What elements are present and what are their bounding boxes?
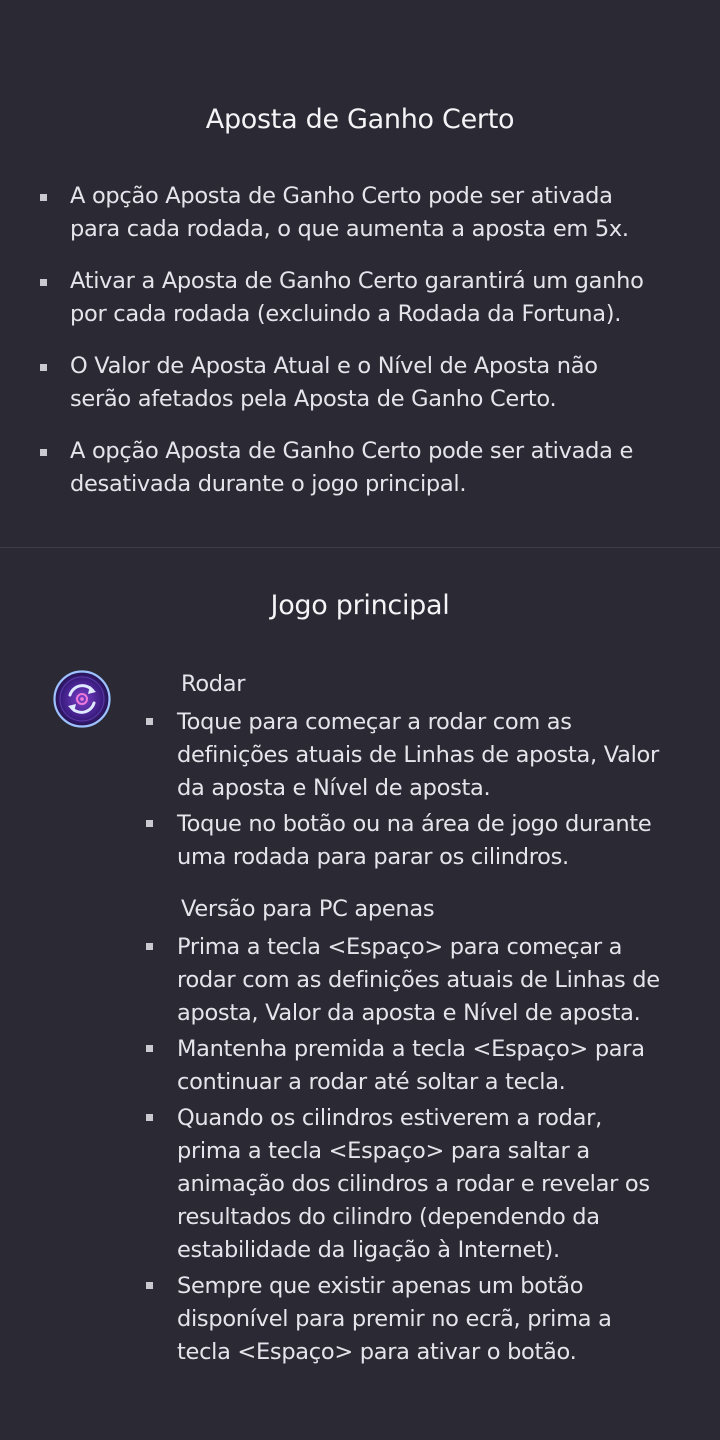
list-item-line: continuar a rodar até soltar a tecla. (177, 1069, 566, 1095)
list-item-line: da aposta e Nível de aposta. (177, 775, 491, 801)
spin-label: Rodar (181, 671, 246, 697)
list-item-line: disponível para premir no ecrã, prima a (177, 1306, 612, 1332)
list-item-line: Toque no botão ou na área de jogo durant… (177, 811, 652, 837)
list-item-line: A opção Aposta de Ganho Certo pode ser a… (70, 438, 633, 464)
bullet-icon (146, 943, 153, 950)
list-item: Toque para começar a rodar com as defini… (146, 706, 712, 805)
list-item-line: definições atuais de Linhas de aposta, V… (177, 742, 659, 768)
section-divider (0, 547, 720, 548)
list-item-line: rodar com as definições atuais de Linhas… (177, 967, 660, 993)
list-item: Ativar a Aposta de Ganho Certo garantirá… (40, 265, 710, 350)
list-item: Toque no botão ou na área de jogo durant… (146, 808, 712, 874)
bullet-icon (40, 449, 47, 456)
list-item-line: Sempre que existir apenas um botão (177, 1273, 584, 1299)
list-item: A opção Aposta de Ganho Certo pode ser a… (40, 435, 710, 520)
list-item-line: O Valor de Aposta Atual e o Nível de Apo… (70, 353, 598, 379)
list-item: A opção Aposta de Ganho Certo pode ser a… (40, 180, 710, 265)
bullet-icon (40, 364, 47, 371)
list-item-line: desativada durante o jogo principal. (70, 471, 467, 497)
pc-list: Prima a tecla <Espaço> para começar a ro… (146, 931, 712, 1369)
sure-win-list: A opção Aposta de Ganho Certo pode ser a… (40, 180, 710, 520)
pc-only-label: Versão para PC apenas (181, 896, 435, 922)
list-item-line: Quando os cilindros estiverem a rodar, (177, 1105, 602, 1131)
list-item-line: Toque para começar a rodar com as (177, 709, 572, 735)
list-item: Prima a tecla <Espaço> para começar a ro… (146, 931, 712, 1030)
list-item-line: uma rodada para parar os cilindros. (177, 844, 569, 870)
list-item-line: animação dos cilindros a rodar e revelar… (177, 1171, 650, 1197)
list-item-line: aposta, Valor da aposta e Nível de apost… (177, 1000, 641, 1026)
list-item-line: resultados do cilindro (dependendo da (177, 1204, 600, 1230)
bullet-icon (146, 1114, 153, 1121)
list-item: Sempre que existir apenas um botão dispo… (146, 1270, 712, 1369)
list-item: Quando os cilindros estiverem a rodar, p… (146, 1102, 712, 1267)
bullet-icon (146, 718, 153, 725)
list-item-line: estabilidade da ligação à Internet). (177, 1237, 560, 1263)
list-item-line: serão afetados pela Aposta de Ganho Cert… (70, 386, 557, 412)
bullet-icon (146, 1045, 153, 1052)
bullet-icon (40, 279, 47, 286)
list-item-line: Prima a tecla <Espaço> para começar a (177, 934, 623, 960)
list-item-line: Mantenha premida a tecla <Espaço> para (177, 1036, 645, 1062)
bullet-icon (146, 1282, 153, 1289)
list-item-line: tecla <Espaço> para ativar o botão. (177, 1339, 577, 1365)
spin-button-icon (53, 670, 111, 728)
list-item: O Valor de Aposta Atual e o Nível de Apo… (40, 350, 710, 435)
list-item-line: prima a tecla <Espaço> para saltar a (177, 1138, 590, 1164)
list-item-line: Ativar a Aposta de Ganho Certo garantirá… (70, 268, 644, 294)
list-item: Mantenha premida a tecla <Espaço> para c… (146, 1033, 712, 1099)
bullet-icon (40, 194, 47, 201)
list-item-line: para cada rodada, o que aumenta a aposta… (70, 216, 629, 242)
list-item-line: A opção Aposta de Ganho Certo pode ser a… (70, 183, 613, 209)
bullet-icon (146, 820, 153, 827)
section-title-sure-win: Aposta de Ganho Certo (205, 104, 515, 135)
list-item-line: por cada rodada (excluindo a Rodada da F… (70, 301, 622, 327)
section-title-main-game: Jogo principal (270, 590, 450, 621)
spin-list: Toque para começar a rodar com as defini… (146, 706, 712, 874)
